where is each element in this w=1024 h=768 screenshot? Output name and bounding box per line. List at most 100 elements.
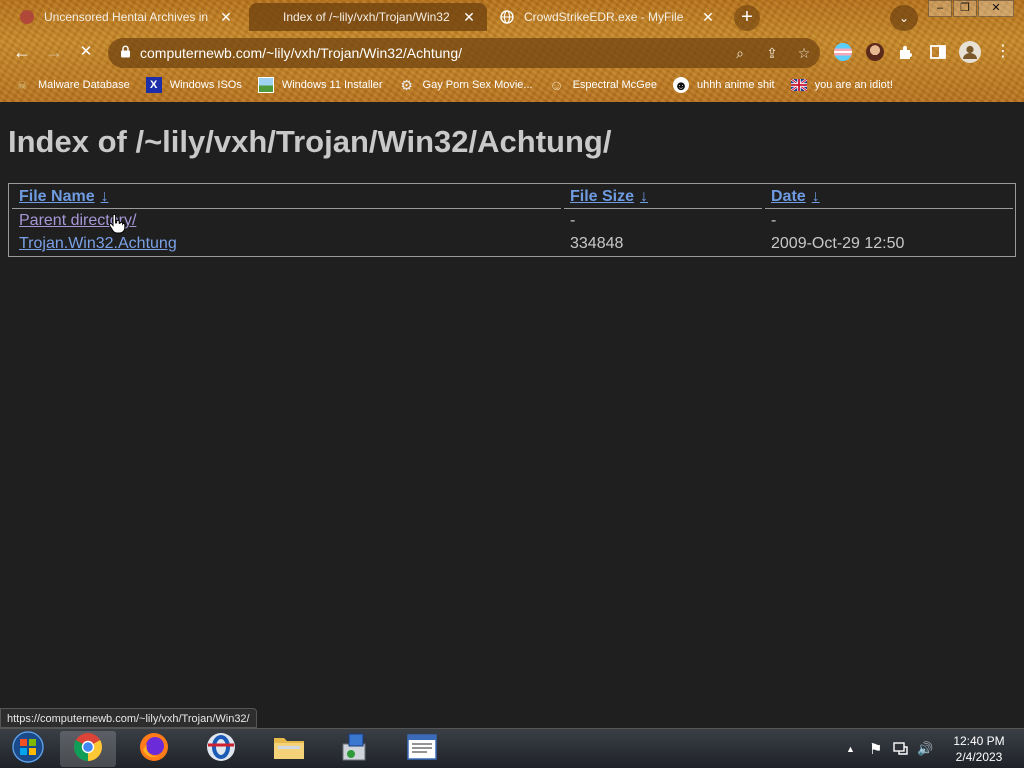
folder-icon: [273, 733, 305, 766]
column-header-label: File Size: [570, 188, 635, 205]
file-link-trojan-win32-achtung[interactable]: Trojan.Win32.Achtung: [19, 235, 177, 253]
taskbar-notepad[interactable]: [394, 731, 450, 767]
tab-title: CrowdStrikeEDR.exe - MyFile: [524, 10, 684, 24]
browser-chrome: Uncensored Hentai Archives in - H ✕ Inde…: [0, 0, 1024, 102]
minimize-button[interactable]: –: [928, 0, 952, 17]
bookmark-you-are-an-idiot[interactable]: you are an idiot!: [790, 77, 893, 93]
face-icon: ☺: [549, 77, 564, 93]
header-divider: [564, 208, 762, 209]
x-icon: X: [145, 77, 162, 93]
hentai-archive-favicon-icon: [20, 10, 34, 24]
tab-strip: Uncensored Hentai Archives in - H ✕ Inde…: [0, 0, 1024, 34]
action-center-flag-icon[interactable]: ⚑: [869, 729, 882, 768]
trans-flag-extension-icon[interactable]: [834, 43, 852, 61]
anime-face-icon: ☻: [672, 77, 689, 93]
bookmark-label: Gay Porn Sex Movie...: [422, 79, 533, 91]
page-content: Index of /~lily/vxh/Trojan/Win32/Achtung…: [0, 102, 1024, 708]
opera-icon: [206, 732, 236, 767]
column-header-file-name[interactable]: File Name ↓: [19, 188, 109, 206]
firefox-icon: [139, 732, 169, 767]
gear-icon: ⚙: [400, 76, 413, 93]
tab-index-of[interactable]: Index of /~lily/vxh/Trojan/Win32 ✕: [249, 3, 487, 31]
clock-date: 2/4/2023: [955, 750, 1003, 764]
bookmark-windows-11-installer[interactable]: Windows 11 Installer: [257, 77, 383, 93]
bookmark-malware-database[interactable]: ☠ Malware Database: [14, 77, 130, 93]
bookmark-label: uhhh anime shit: [696, 79, 775, 91]
lock-icon: [120, 45, 140, 61]
kebab-menu-icon[interactable]: ⋮: [995, 43, 1011, 61]
taskbar-file-explorer[interactable]: [261, 731, 317, 767]
image-icon: [257, 77, 274, 93]
share-icon[interactable]: ⇪: [756, 45, 788, 62]
bookmark-star-icon[interactable]: ☆: [788, 45, 820, 62]
browser-toolbar: ← → ✕ computernewb.com/~lily/vxh/Trojan/…: [0, 36, 1024, 68]
header-divider: [765, 208, 1013, 209]
document-window-icon: [407, 733, 437, 765]
flag-uk-icon: [790, 77, 807, 93]
file-listing-table: File Name ↓ File Size ↓ Date ↓ Parent direc…: [8, 183, 1016, 257]
windows-taskbar: ▲ ⚑ 🔊 12:40 PM 2/4/2023: [0, 728, 1024, 768]
tab-title: Uncensored Hentai Archives in - H: [44, 10, 212, 24]
windows-orb-icon: [11, 730, 45, 768]
system-clock[interactable]: 12:40 PM 2/4/2023: [946, 733, 1012, 765]
bookmark-label: Malware Database: [38, 79, 130, 91]
column-header-date[interactable]: Date ↓: [771, 188, 820, 206]
back-button[interactable]: ←: [10, 40, 34, 64]
sort-arrow-icon: ↓: [100, 188, 109, 205]
bookmark-windows-isos[interactable]: X Windows ISOs: [145, 77, 242, 93]
column-header-label: File Name: [19, 188, 95, 205]
sort-arrow-icon: ↓: [811, 188, 820, 205]
taskbar-chrome[interactable]: [60, 731, 116, 767]
bookmarks-bar: ☠ Malware Database X Windows ISOs Window…: [0, 72, 1024, 98]
start-button[interactable]: [0, 730, 56, 768]
account-avatar-icon[interactable]: [959, 41, 981, 63]
puzzle-icon[interactable]: [897, 43, 915, 61]
new-tab-button[interactable]: +: [734, 5, 760, 31]
search-icon[interactable]: ⌕: [724, 45, 756, 62]
sort-arrow-icon: ↓: [640, 188, 649, 205]
bookmark-label: Windows 11 Installer: [281, 79, 383, 91]
clock-time: 12:40 PM: [953, 734, 1005, 748]
taskbar-installer[interactable]: [327, 731, 383, 767]
header-divider: [12, 208, 561, 209]
bookmark-label: Windows ISOs: [169, 79, 242, 91]
volume-icon[interactable]: 🔊: [917, 729, 933, 768]
bookmark-gay-porn-sex-movie[interactable]: ⚙ Gay Porn Sex Movie...: [399, 76, 533, 93]
address-bar-url[interactable]: computernewb.com/~lily/vxh/Trojan/Win32/…: [140, 45, 724, 61]
column-header-label: Date: [771, 188, 806, 205]
installer-package-icon: [339, 732, 371, 767]
taskbar-opera[interactable]: [193, 731, 249, 767]
close-window-button[interactable]: ✕: [978, 0, 1014, 17]
globe-icon: [500, 10, 514, 24]
bookmark-label: Espectral McGee: [572, 79, 657, 91]
chrome-icon: [73, 732, 103, 767]
network-icon[interactable]: [893, 729, 909, 768]
bookmark-anime[interactable]: ☻ uhhh anime shit: [672, 77, 775, 93]
tab-search-button[interactable]: ⌄: [890, 5, 918, 31]
page-title: Index of /~lily/vxh/Trojan/Win32/Achtung…: [8, 124, 612, 159]
hand-cursor-icon: [108, 213, 126, 234]
link-status-bar: https://computernewb.com/~lily/vxh/Troja…: [0, 708, 257, 728]
maximize-button[interactable]: ❐: [953, 0, 977, 17]
side-panel-icon[interactable]: [929, 43, 947, 61]
forward-button[interactable]: →: [42, 40, 66, 64]
taskbar-firefox[interactable]: [126, 731, 182, 767]
tab-title: Index of /~lily/vxh/Trojan/Win32: [283, 10, 450, 24]
tab-hentai-archives[interactable]: Uncensored Hentai Archives in - H ✕: [10, 3, 244, 31]
file-size-cell: 334848: [570, 235, 624, 252]
show-hidden-icons-button[interactable]: ▲: [846, 729, 855, 768]
tab-close-icon[interactable]: ✕: [461, 9, 477, 26]
stop-loading-button[interactable]: ✕: [74, 40, 98, 64]
profile-extension-icon[interactable]: [866, 43, 884, 61]
date-cell: -: [771, 212, 777, 229]
column-header-file-size[interactable]: File Size ↓: [570, 188, 648, 206]
tab-crowdstrike[interactable]: CrowdStrikeEDR.exe - MyFile ✕: [490, 3, 726, 31]
bookmark-label: you are an idiot!: [814, 79, 893, 91]
skull-icon: ☠: [17, 79, 27, 92]
date-cell: 2009-Oct-29 12:50: [771, 235, 905, 252]
tab-close-icon[interactable]: ✕: [218, 9, 234, 26]
tab-close-icon[interactable]: ✕: [700, 9, 716, 26]
address-bar[interactable]: computernewb.com/~lily/vxh/Trojan/Win32/…: [108, 38, 820, 68]
bookmark-espectral-mcgee[interactable]: ☺ Espectral McGee: [549, 77, 657, 93]
file-size-cell: -: [570, 212, 576, 229]
